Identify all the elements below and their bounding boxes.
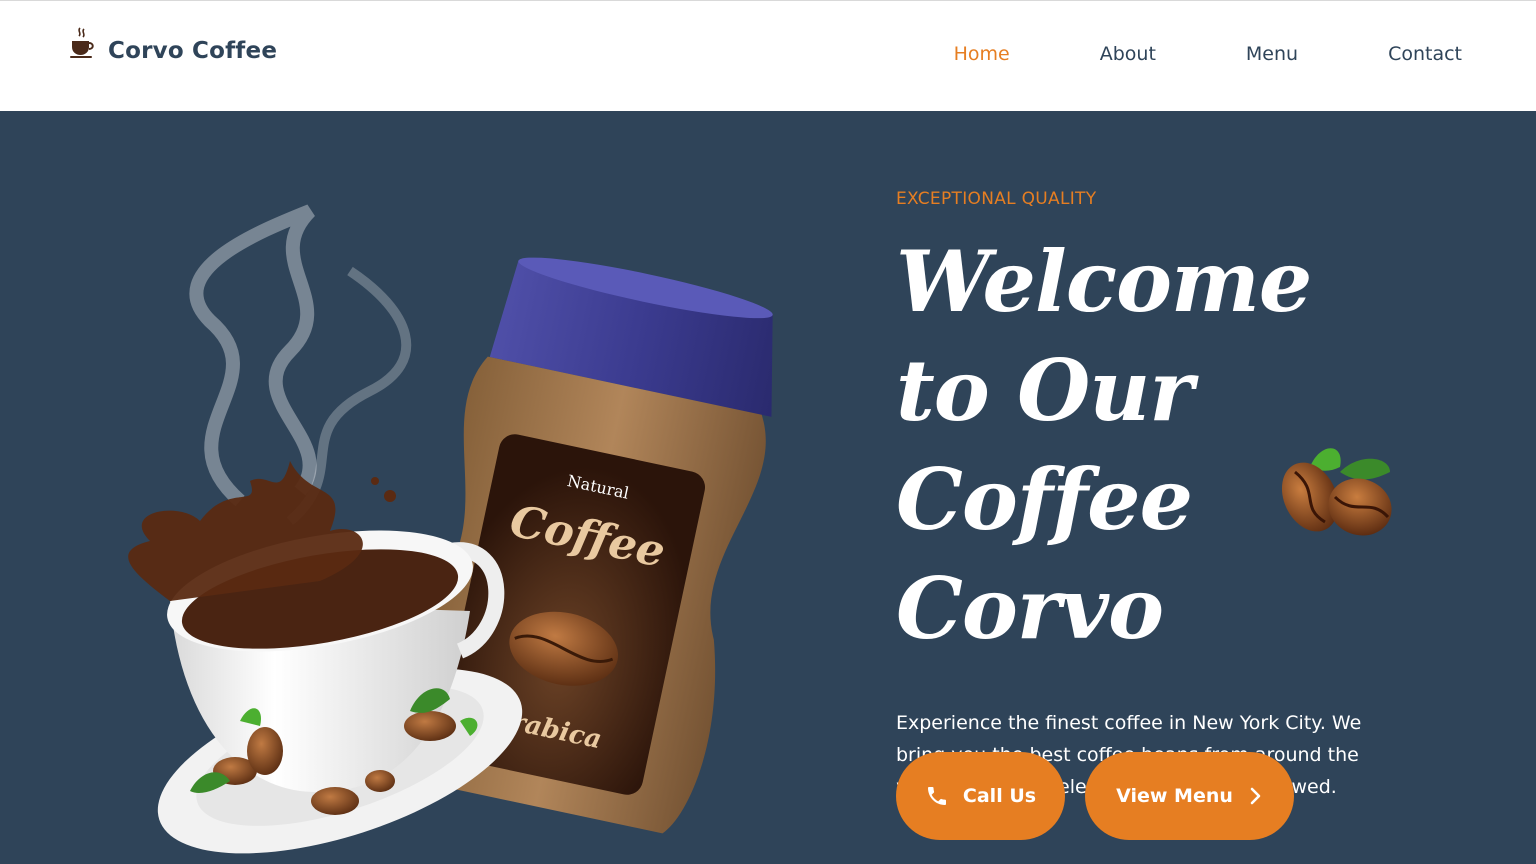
view-menu-label: View Menu — [1116, 785, 1233, 807]
hero-text: EXCEPTIONAL QUALITY Welcome to Our Coffe… — [896, 189, 1456, 840]
coffee-beans-icon — [1281, 448, 1392, 536]
hero-actions: Call Us View Menu — [896, 752, 1294, 840]
site-header: Corvo Coffee Home About Menu Contact — [0, 0, 1536, 111]
nav-link-contact[interactable]: Contact — [1388, 43, 1462, 65]
brand-name: Corvo Coffee — [108, 38, 278, 64]
main-nav: Home About Menu Contact — [954, 43, 1462, 65]
hero-section: Natural Coffee Arabica EXCEPTIONAL QUALI… — [0, 111, 1536, 864]
coffee-illustration: Natural Coffee Arabica — [128, 204, 773, 854]
nav-link-menu[interactable]: Menu — [1246, 43, 1298, 65]
chevron-right-icon — [1250, 787, 1261, 805]
call-us-label: Call Us — [962, 785, 1037, 807]
coffee-cup-icon — [69, 25, 97, 65]
nav-link-home[interactable]: Home — [954, 43, 1010, 65]
nav-link-about[interactable]: About — [1100, 43, 1156, 65]
hero-eyebrow: EXCEPTIONAL QUALITY — [896, 189, 1097, 209]
view-menu-button[interactable]: View Menu — [1085, 752, 1294, 840]
phone-icon — [927, 787, 946, 805]
call-us-button[interactable]: Call Us — [896, 752, 1065, 840]
brand-logo[interactable]: Corvo Coffee — [69, 27, 278, 71]
